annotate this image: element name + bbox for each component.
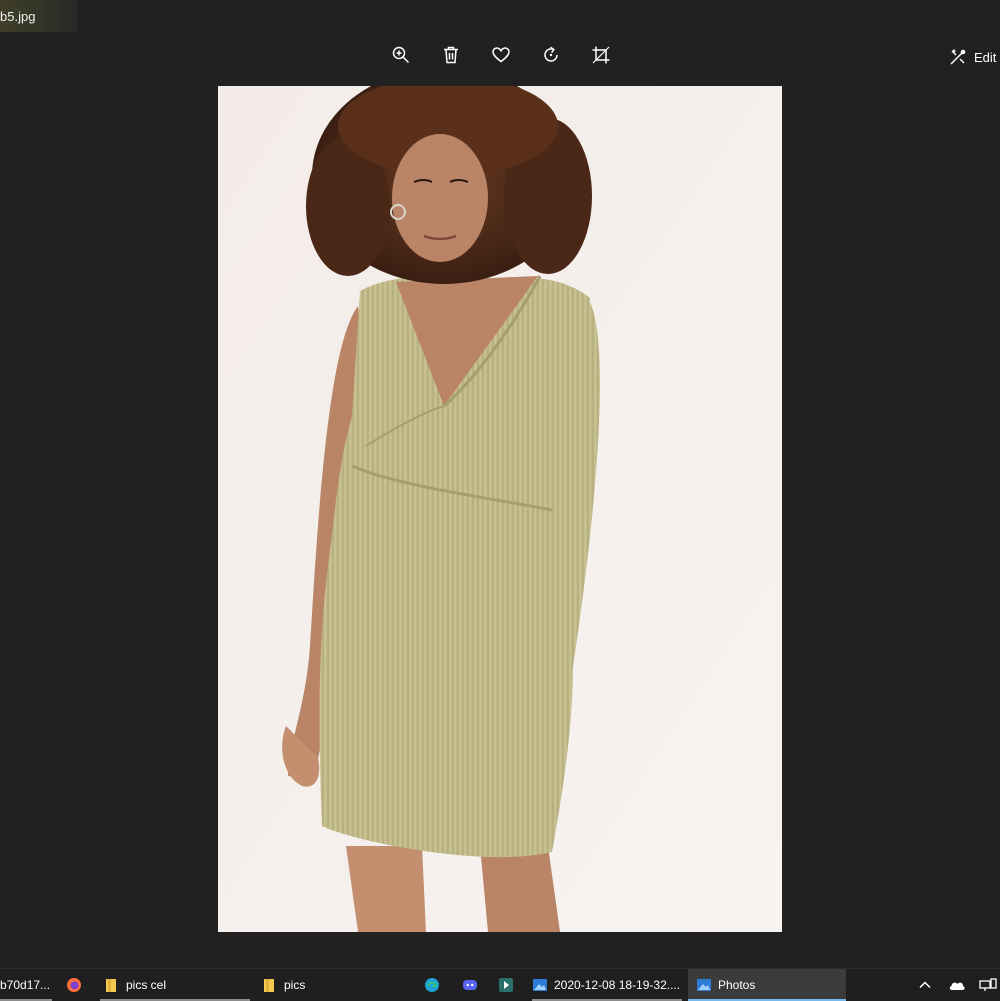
taskbar-item-label: pics cel — [126, 978, 167, 992]
zoom-button[interactable] — [386, 40, 416, 70]
firefox-icon — [67, 978, 81, 992]
rotate-button[interactable] — [536, 40, 566, 70]
rotate-icon — [544, 46, 558, 62]
taskbar-item-photos[interactable]: Photos — [688, 969, 846, 1001]
taskbar-item-app[interactable] — [498, 969, 518, 1001]
file-name: b5.jpg — [0, 9, 36, 24]
favorite-button[interactable] — [486, 40, 516, 70]
crop-button[interactable] — [586, 40, 616, 70]
taskbar-item-edge[interactable] — [424, 969, 444, 1001]
photo-illustration — [218, 86, 782, 932]
photos-icon — [697, 979, 711, 991]
delete-button[interactable] — [436, 40, 466, 70]
app-icon — [499, 978, 513, 992]
taskbar-item-firefox[interactable] — [66, 969, 86, 1001]
network-tray-icon-button[interactable] — [976, 969, 1000, 1001]
taskbar-item-file[interactable]: b70d17... — [0, 969, 52, 1001]
photos-app-window: b5.jpg Edit — [0, 0, 1000, 968]
taskbar-item-label: b70d17... — [0, 978, 51, 992]
trash-icon — [444, 46, 458, 64]
edit-icon — [950, 49, 966, 65]
discord-icon — [463, 980, 477, 990]
crop-icon — [592, 46, 610, 64]
displayed-photo[interactable] — [218, 86, 782, 932]
edge-icon — [425, 978, 439, 992]
folder-icon — [106, 979, 116, 992]
taskbar-item-screenshot[interactable]: 2020-12-08 18-19-32.... — [532, 969, 682, 1001]
network-icon — [979, 978, 997, 991]
taskbar-item-pics-cel[interactable]: pics cel — [100, 969, 250, 1001]
file-name-tab[interactable]: b5.jpg — [0, 0, 78, 32]
windows-taskbar: b70d17... pics cel pics 2020-12-08 18-19… — [0, 968, 1000, 1001]
onedrive-tray-icon-button[interactable] — [944, 969, 970, 1001]
show-hidden-icons-button[interactable] — [914, 969, 936, 1001]
heart-icon — [492, 47, 510, 63]
taskbar-item-pics[interactable]: pics — [262, 969, 412, 1001]
taskbar-item-label: Photos — [718, 978, 756, 992]
taskbar-item-label: 2020-12-08 18-19-32.... — [554, 978, 681, 992]
taskbar-item-label: pics — [284, 978, 306, 992]
chevron-up-icon — [919, 981, 931, 989]
edit-label: Edit — [974, 49, 997, 65]
cloud-icon — [949, 982, 965, 990]
taskbar-item-discord[interactable] — [462, 969, 482, 1001]
image-file-icon — [533, 979, 547, 991]
photo-toolbar — [386, 40, 616, 72]
zoom-in-icon — [392, 46, 410, 64]
edit-button[interactable]: Edit — [948, 44, 1000, 70]
folder-icon — [264, 979, 274, 992]
